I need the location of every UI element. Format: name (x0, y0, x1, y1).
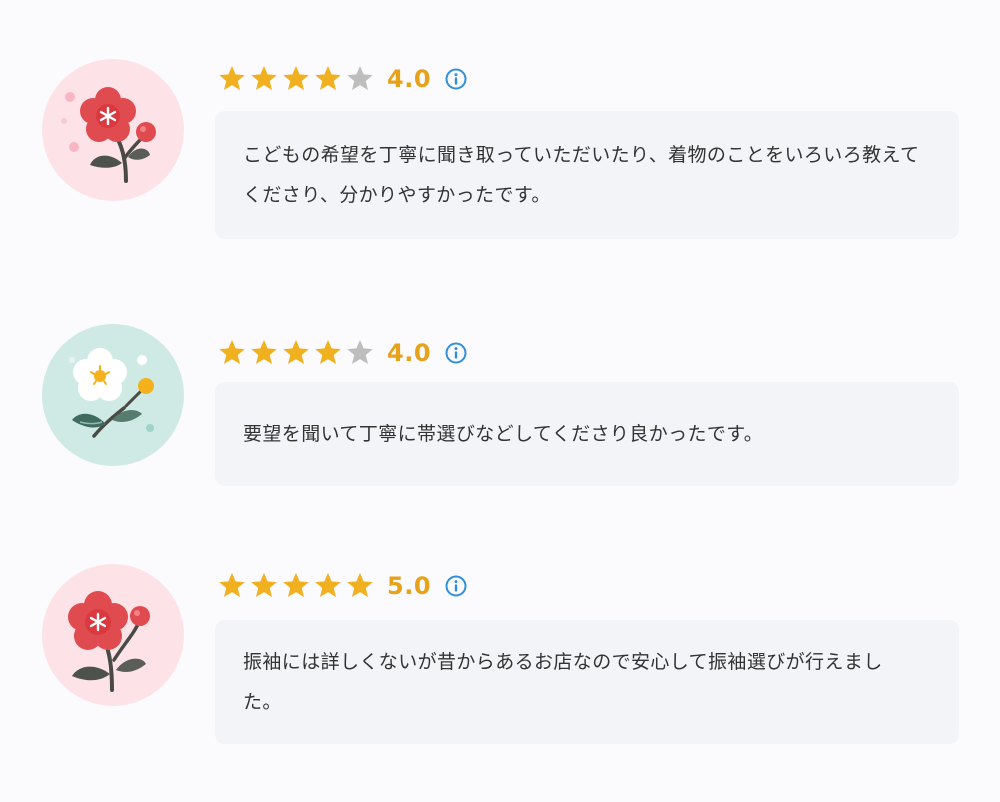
review-comment-box: こどもの希望を丁寧に聞き取っていただいたり、着物のことをいろいろ教えてくださり、… (215, 111, 959, 239)
info-icon[interactable] (445, 575, 467, 597)
rating-row: 5.0 (217, 569, 467, 603)
star-filled-icon (315, 66, 341, 90)
red-plum-blossom-icon (42, 564, 184, 706)
review-comment: 振袖には詳しくないが昔からあるお店なので安心して振袖選びが行えました。 (243, 651, 883, 713)
star-filled-icon (251, 573, 277, 597)
info-icon[interactable] (445, 68, 467, 90)
star-rating (217, 338, 375, 368)
star-empty-icon (347, 66, 373, 90)
star-rating (217, 64, 375, 94)
star-filled-icon (219, 340, 245, 364)
rating-score: 4.0 (387, 65, 432, 93)
rating-score: 4.0 (387, 339, 432, 367)
star-filled-icon (283, 340, 309, 364)
review-comment: 要望を聞いて丁寧に帯選びなどしてくださり良かったです。 (243, 423, 764, 445)
star-filled-icon (251, 340, 277, 364)
star-filled-icon (219, 66, 245, 90)
star-filled-icon (219, 573, 245, 597)
star-filled-icon (283, 573, 309, 597)
review-comment: こどもの希望を丁寧に聞き取っていただいたり、着物のことをいろいろ教えてくださり、… (243, 144, 920, 206)
star-filled-icon (315, 340, 341, 364)
info-icon[interactable] (445, 342, 467, 364)
review-comment-box: 振袖には詳しくないが昔からあるお店なので安心して振袖選びが行えました。 (215, 620, 959, 744)
star-filled-icon (251, 66, 277, 90)
star-filled-icon (283, 66, 309, 90)
rating-row: 4.0 (217, 62, 467, 96)
rating-score: 5.0 (387, 572, 432, 600)
white-plum-blossom-icon (42, 324, 184, 466)
star-filled-icon (347, 573, 373, 597)
star-rating (217, 571, 375, 601)
rating-row: 4.0 (217, 336, 467, 370)
star-filled-icon (315, 573, 341, 597)
review-comment-box: 要望を聞いて丁寧に帯選びなどしてくださり良かったです。 (215, 382, 959, 486)
red-plum-blossom-icon (42, 59, 184, 201)
star-empty-icon (347, 340, 373, 364)
